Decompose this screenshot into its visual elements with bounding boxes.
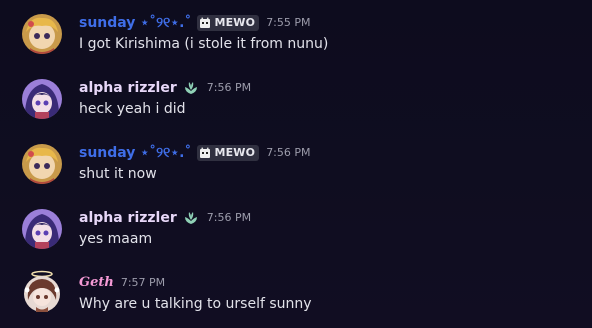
- message-content: heck yeah i did: [79, 101, 186, 117]
- server-tag[interactable]: MEWO: [197, 15, 260, 31]
- message-header: alpha rizzler 7:56 PM: [79, 77, 251, 99]
- leaf-icon[interactable]: [182, 209, 200, 227]
- timestamp: 7:55 PM: [266, 16, 311, 29]
- chat-message[interactable]: sunday ⋆˚୨୧⋆.˚ MEWO 7:56 PM shut it now: [0, 142, 592, 202]
- message-header: sunday ⋆˚୨୧⋆.˚ MEWO 7:56 PM: [79, 142, 311, 164]
- username[interactable]: sunday ⋆˚୨୧⋆.˚: [79, 142, 191, 164]
- chat-message[interactable]: Geth 7:57 PM Why are u talking to urself…: [0, 270, 592, 328]
- message-header: Geth 7:57 PM: [79, 272, 165, 294]
- message-header: alpha rizzler 7:56 PM: [79, 207, 251, 229]
- leaf-icon[interactable]: [182, 79, 200, 97]
- server-tag[interactable]: MEWO: [197, 145, 260, 161]
- chat-message[interactable]: alpha rizzler 7:56 PM heck yeah i did: [0, 77, 592, 137]
- message-header: sunday ⋆˚୨୧⋆.˚ MEWO 7:55 PM: [79, 12, 311, 34]
- chat-message[interactable]: sunday ⋆˚୨୧⋆.˚ MEWO 7:55 PM I got Kirish…: [0, 12, 592, 72]
- timestamp: 7:56 PM: [206, 211, 252, 224]
- avatar[interactable]: [22, 270, 62, 314]
- timestamp: 7:56 PM: [206, 81, 252, 94]
- username[interactable]: Geth: [79, 272, 114, 294]
- message-content: Why are u talking to urself sunny: [79, 296, 312, 312]
- timestamp: 7:56 PM: [266, 146, 311, 159]
- chat-message-list: sunday ⋆˚୨୧⋆.˚ MEWO 7:55 PM I got Kirish…: [0, 0, 592, 328]
- username[interactable]: alpha rizzler: [79, 77, 177, 99]
- avatar[interactable]: [22, 209, 62, 249]
- message-content: I got Kirishima (i stole it from nunu): [79, 36, 329, 52]
- avatar[interactable]: [22, 14, 62, 54]
- message-content: shut it now: [79, 166, 157, 182]
- cat-icon: [200, 147, 211, 158]
- username[interactable]: sunday ⋆˚୨୧⋆.˚: [79, 12, 191, 34]
- username[interactable]: alpha rizzler: [79, 207, 177, 229]
- avatar[interactable]: [22, 144, 62, 184]
- timestamp: 7:57 PM: [120, 276, 166, 289]
- cat-icon: [200, 17, 211, 28]
- avatar[interactable]: [22, 79, 62, 119]
- message-content: yes maam: [79, 231, 153, 247]
- chat-message[interactable]: alpha rizzler 7:56 PM yes maam: [0, 207, 592, 267]
